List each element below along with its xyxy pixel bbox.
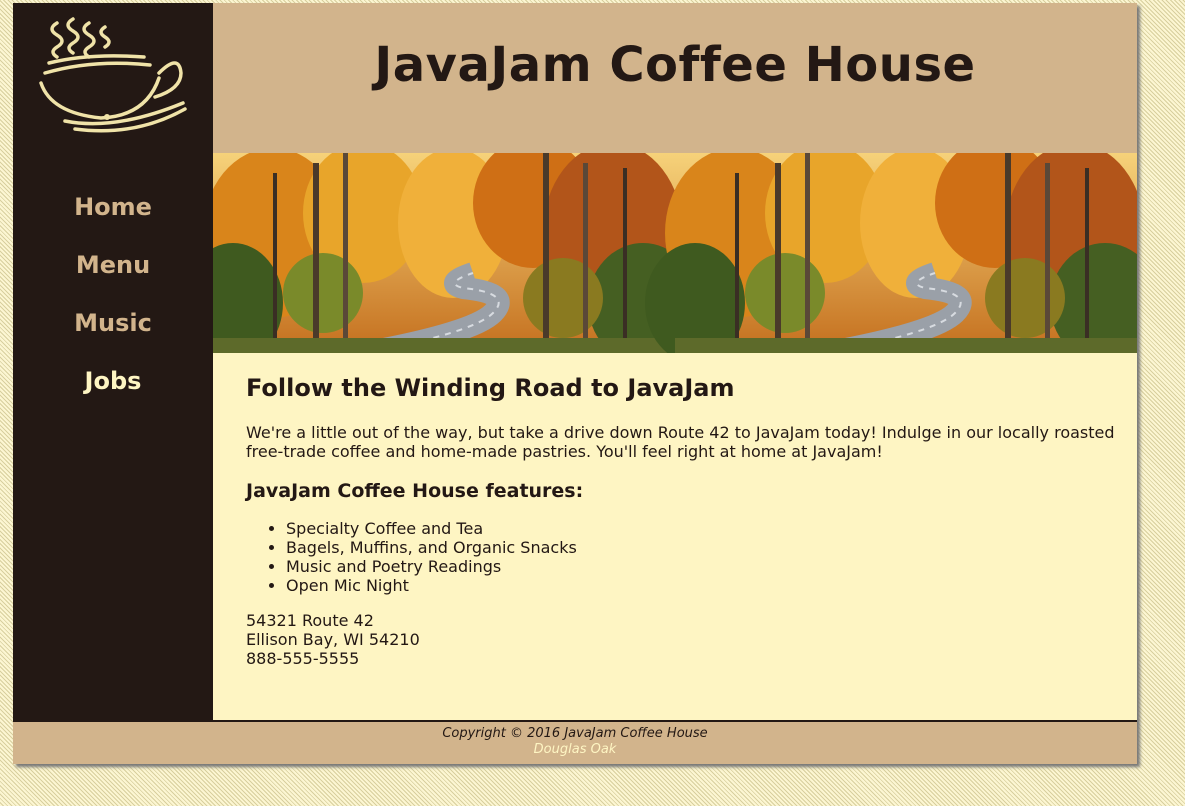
page-wrapper: JavaJam Coffee House Home Menu Music Job… — [13, 3, 1137, 764]
main-heading: Follow the Winding Road to JavaJam — [246, 374, 735, 402]
list-item: Specialty Coffee and Tea — [286, 519, 1116, 538]
copyright-text: Copyright © 2016 JavaJam Coffee House — [442, 726, 708, 741]
list-item: Music and Poetry Readings — [286, 557, 1116, 576]
main-nav: Home Menu Music Jobs — [13, 190, 213, 422]
list-item: Bagels, Muffins, and Organic Snacks — [286, 538, 1116, 557]
address-phone: 888-555-5555 — [246, 649, 360, 668]
address-city: Ellison Bay, WI 54210 — [246, 630, 420, 649]
intro-paragraph: We're a little out of the way, but take … — [246, 423, 1115, 461]
nav-home[interactable]: Home — [13, 190, 213, 248]
footer: Copyright © 2016 JavaJam Coffee House Do… — [13, 720, 1137, 764]
features-list: Specialty Coffee and Tea Bagels, Muffins… — [246, 519, 1116, 595]
author-link[interactable]: Douglas Oak — [13, 742, 1137, 758]
nav-menu[interactable]: Menu — [13, 248, 213, 306]
nav-jobs[interactable]: Jobs — [13, 364, 213, 422]
steaming-coffee-cup-icon — [35, 13, 195, 138]
address: 54321 Route 42 Ellison Bay, WI 54210 888… — [246, 611, 1116, 668]
site-title: JavaJam Coffee House — [374, 37, 976, 93]
nav-music[interactable]: Music — [13, 306, 213, 364]
sidebar: Home Menu Music Jobs — [13, 3, 213, 720]
features-heading: JavaJam Coffee House features: — [246, 480, 584, 502]
main-content: Follow the Winding Road to JavaJam We're… — [246, 371, 1116, 668]
hero-image — [213, 153, 1137, 353]
address-street: 54321 Route 42 — [246, 611, 374, 630]
header: JavaJam Coffee House — [213, 3, 1137, 153]
list-item: Open Mic Night — [286, 576, 1116, 595]
